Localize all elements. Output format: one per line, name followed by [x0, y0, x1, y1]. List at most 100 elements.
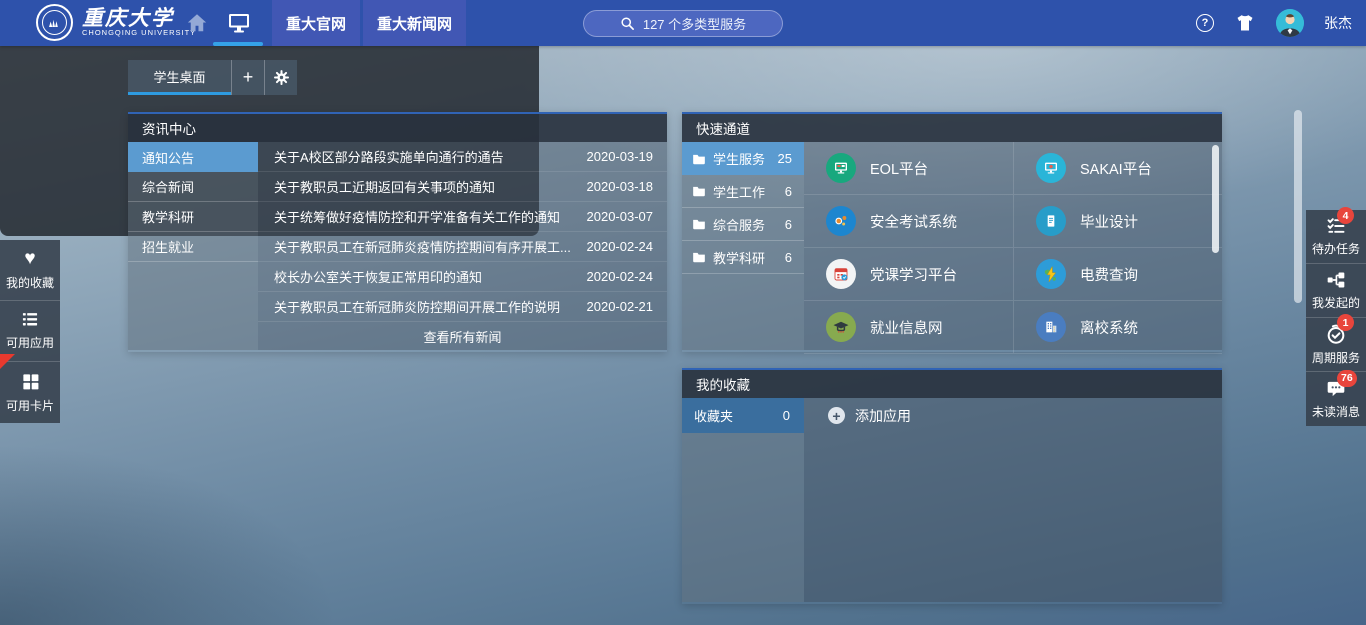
category-teaching-research[interactable]: 教学科研 6 [682, 241, 804, 274]
app-electricity-fee-query[interactable]: 电费查询 [1013, 248, 1222, 301]
app-label: 安全考试系统 [870, 211, 957, 232]
dock-item-label: 我的收藏 [6, 274, 54, 291]
app-eol-platform[interactable]: EOL平台 [804, 142, 1013, 195]
dock-item-my-favorites[interactable]: ♥ 我的收藏 [0, 240, 60, 301]
monitor-icon [1036, 153, 1066, 183]
news-center-panel: 资讯中心 通知公告 综合新闻 教学科研 招生就业 关于A校区部分路段实施单向通行… [128, 112, 667, 352]
app-label: 党课学习平台 [870, 264, 957, 285]
calendar-icon [826, 259, 856, 289]
building-icon [1036, 312, 1066, 342]
nav-link-official-site[interactable]: 重大官网 [272, 0, 360, 46]
messages-badge: 76 [1337, 370, 1357, 387]
news-item-title: 关于统筹做好疫情防控和开学准备有关工作的通知 [274, 207, 587, 226]
news-tab-notices[interactable]: 通知公告 [128, 142, 258, 172]
app-sakai-platform[interactable]: SAKAI平台 [1013, 142, 1222, 195]
page-scrollbar[interactable] [1294, 110, 1302, 303]
news-item-title: 关于教职员工在新冠肺炎防控期间开展工作的说明 [274, 297, 587, 316]
favorites-folder-item[interactable]: 收藏夹 0 [682, 398, 804, 433]
dock-item-available-apps[interactable]: 可用应用 [0, 301, 60, 362]
dock-item-periodic-services[interactable]: 1 周期服务 [1306, 318, 1366, 372]
news-item-date: 2020-02-24 [587, 269, 654, 284]
university-name-en: CHONGQING UNIVERSITY [82, 28, 196, 37]
quick-panel-scrollbar[interactable] [1212, 145, 1219, 253]
add-desktop-button[interactable]: + [231, 60, 264, 95]
top-navbar: 重庆大学 CHONGQING UNIVERSITY 重大官网 重大新闻网 127… [0, 0, 1366, 46]
add-app-button[interactable]: + 添加应用 [804, 398, 1222, 433]
news-tab-teaching-research[interactable]: 教学科研 [128, 202, 258, 232]
university-logo[interactable]: 重庆大学 CHONGQING UNIVERSITY [36, 4, 196, 41]
news-item[interactable]: 关于教职员工在新冠肺炎疫情防控期间有序开展工... 2020-02-24 [258, 232, 667, 262]
category-label: 学生工作 [713, 182, 765, 201]
graduation-cap-icon [826, 312, 856, 342]
left-dock: ♥ 我的收藏 可用应用 可用卡片 [0, 240, 60, 423]
news-item[interactable]: 关于统筹做好疫情防控和开学准备有关工作的通知 2020-03-07 [258, 202, 667, 232]
news-tab-admissions-jobs[interactable]: 招生就业 [128, 232, 258, 262]
periodic-badge: 1 [1337, 314, 1354, 331]
app-safety-exam-system[interactable]: 安全考试系统 [804, 195, 1013, 248]
dock-item-available-cards[interactable]: 可用卡片 [0, 362, 60, 423]
news-panel-title: 资讯中心 [128, 114, 667, 142]
active-tab-underline [213, 42, 263, 46]
user-name[interactable]: 张杰 [1324, 13, 1352, 33]
news-item-title: 校长办公室关于恢复正常用印的通知 [274, 267, 587, 286]
desktop-tab-icon[interactable] [226, 11, 252, 35]
app-label: 电费查询 [1080, 264, 1138, 285]
tab-student-desktop[interactable]: 学生桌面 [128, 60, 231, 95]
folder-icon [692, 152, 706, 166]
dock-item-todo-tasks[interactable]: 4 待办任务 [1306, 210, 1366, 264]
dock-item-unread-messages[interactable]: 76 未读消息 [1306, 372, 1366, 426]
plus-circle-icon: + [828, 407, 845, 424]
app-leave-school-system[interactable]: 离校系统 [1013, 301, 1222, 354]
user-avatar[interactable] [1276, 9, 1304, 37]
folder-icon [692, 250, 706, 264]
dock-item-initiated-by-me[interactable]: 我发起的 [1306, 264, 1366, 318]
heart-icon: ♥ [24, 250, 35, 268]
favorites-panel-title: 我的收藏 [682, 370, 1222, 398]
category-student-services[interactable]: 学生服务 25 [682, 142, 804, 175]
global-search-input[interactable]: 127 个多类型服务 [583, 10, 783, 37]
add-app-label: 添加应用 [855, 406, 911, 426]
view-all-news-link[interactable]: 查看所有新闻 [258, 322, 667, 350]
news-item[interactable]: 校长办公室关于恢复正常用印的通知 2020-02-24 [258, 262, 667, 292]
app-label: SAKAI平台 [1080, 158, 1152, 179]
quick-panel-title: 快速通道 [682, 114, 1222, 142]
folder-icon [692, 184, 706, 198]
home-icon[interactable] [185, 12, 209, 34]
app-employment-info-site[interactable]: 就业信息网 [804, 301, 1013, 354]
category-count: 6 [785, 184, 792, 199]
dock-item-label: 可用卡片 [6, 397, 54, 414]
news-item[interactable]: 关于教职员工在新冠肺炎防控期间开展工作的说明 2020-02-21 [258, 292, 667, 322]
dots-icon [826, 206, 856, 236]
category-student-work[interactable]: 学生工作 6 [682, 175, 804, 208]
university-name: 重庆大学 [82, 8, 196, 28]
todo-badge: 4 [1337, 207, 1354, 224]
category-general-services[interactable]: 综合服务 6 [682, 208, 804, 241]
app-graduation-design[interactable]: 毕业设计 [1013, 195, 1222, 248]
theme-tshirt-icon[interactable] [1234, 13, 1256, 33]
app-label: EOL平台 [870, 158, 928, 179]
search-placeholder-text: 127 个多类型服务 [643, 14, 746, 33]
right-dock: 4 待办任务 我发起的 1 周期服务 76 未读消息 [1306, 210, 1366, 426]
news-item-date: 2020-02-24 [587, 239, 654, 254]
folder-icon [692, 217, 706, 231]
news-item[interactable]: 关于A校区部分路段实施单向通行的通告 2020-03-19 [258, 142, 667, 172]
category-count: 6 [785, 250, 792, 265]
help-icon[interactable]: ? [1196, 14, 1214, 32]
news-item-date: 2020-03-18 [587, 179, 654, 194]
news-tab-general-news[interactable]: 综合新闻 [128, 172, 258, 202]
settings-gear-button[interactable] [264, 60, 297, 95]
news-item[interactable]: 关于教职员工近期返回有关事项的通知 2020-03-18 [258, 172, 667, 202]
globe-bolt-icon [1036, 259, 1066, 289]
dock-item-label: 我发起的 [1312, 294, 1360, 311]
desktop-tabbar: 学生桌面 + [128, 60, 297, 95]
search-icon [620, 16, 635, 31]
news-item-title: 关于教职员工近期返回有关事项的通知 [274, 177, 587, 196]
news-item-date: 2020-02-21 [587, 299, 654, 314]
app-party-course-platform[interactable]: 党课学习平台 [804, 248, 1013, 301]
category-label: 综合服务 [713, 215, 765, 234]
category-count: 6 [785, 217, 792, 232]
favorites-folder-label: 收藏夹 [694, 406, 733, 425]
grid-icon [21, 372, 40, 391]
monitor-icon [826, 153, 856, 183]
nav-link-news-site[interactable]: 重大新闻网 [363, 0, 466, 46]
